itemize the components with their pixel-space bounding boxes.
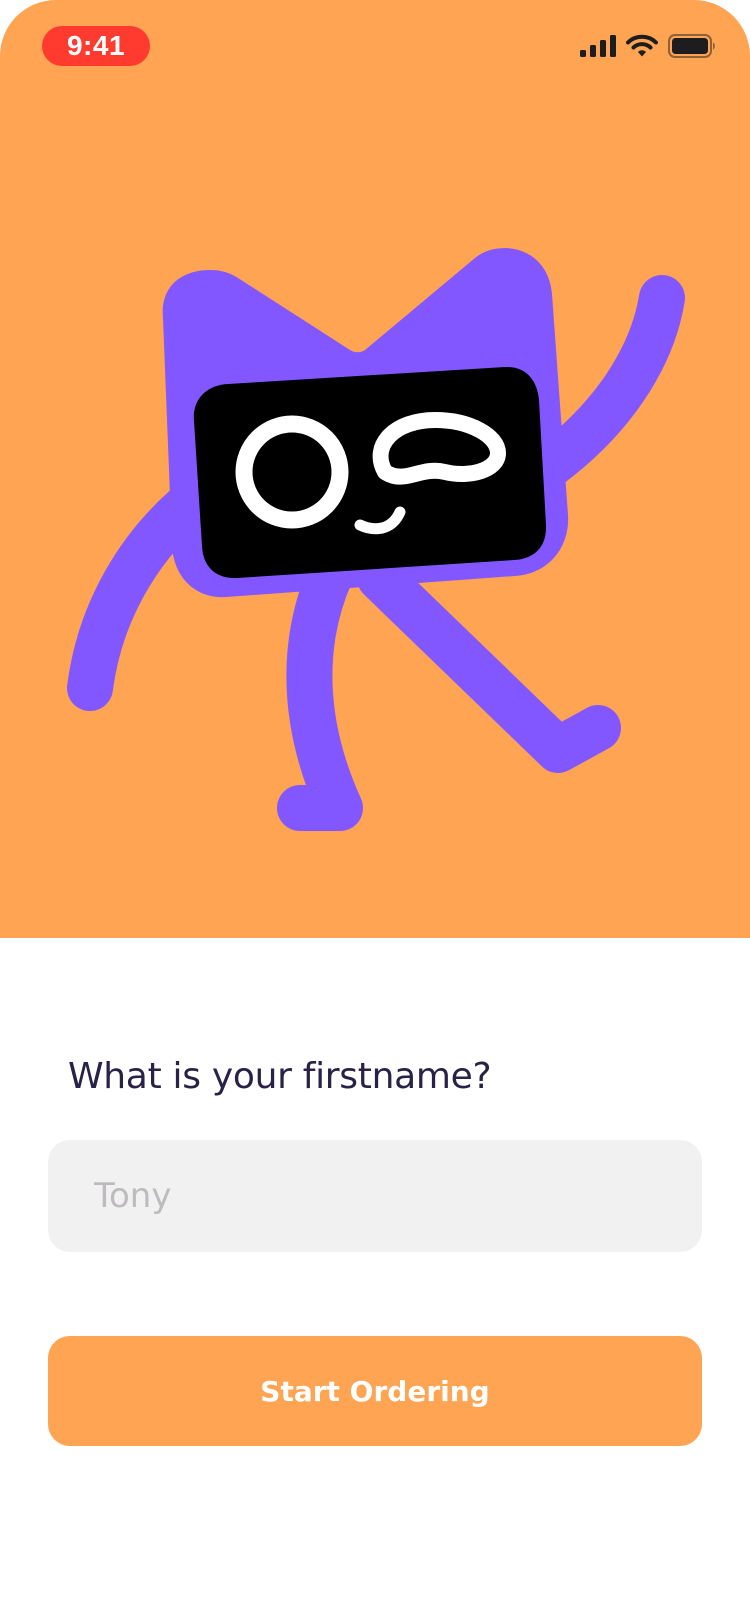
waving-mascot-illustration — [67, 248, 685, 831]
firstname-input[interactable] — [48, 1140, 702, 1252]
hero-banner: 9:41 — [0, 0, 750, 938]
name-form: What is your firstname? Start Ordering — [0, 938, 750, 1624]
name-question: What is your firstname? — [68, 1056, 492, 1097]
start-ordering-button[interactable]: Start Ordering — [48, 1336, 702, 1446]
app-screen: 9:41 What is your firstname? Tony Start … — [0, 0, 750, 1624]
